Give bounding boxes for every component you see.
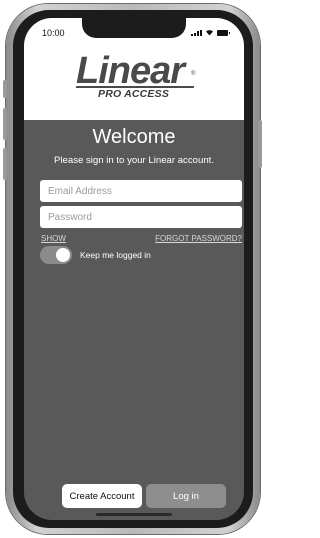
logo-wordmark: Linear — [76, 50, 185, 92]
email-field[interactable] — [40, 180, 242, 202]
registered-mark: ® — [191, 71, 196, 77]
keep-logged-in-toggle[interactable] — [40, 246, 72, 264]
welcome-subtitle: Please sign in to your Linear account. — [54, 155, 214, 166]
volume-up-button — [3, 108, 7, 140]
wifi-icon — [206, 30, 213, 36]
notch — [82, 18, 186, 38]
status-icons — [191, 29, 230, 36]
app-screen: 10:00 Linear ® PRO ACCESS Welcome Please… — [24, 18, 244, 520]
keep-logged-in-label: Keep me logged in — [80, 250, 151, 260]
power-button — [258, 120, 262, 168]
silent-switch — [3, 80, 7, 98]
logo-subtitle: PRO ACCESS — [98, 88, 170, 100]
welcome-title: Welcome — [92, 126, 176, 148]
app-header: 10:00 Linear ® PRO ACCESS — [24, 18, 244, 120]
signal-icon — [191, 30, 202, 36]
volume-down-button — [3, 148, 7, 180]
battery-icon — [217, 30, 230, 36]
password-field[interactable] — [40, 206, 242, 228]
create-account-button[interactable]: Create Account — [62, 484, 142, 508]
forgot-password-link[interactable]: FORGOT PASSWORD? — [155, 234, 242, 243]
linear-logo: Linear ® PRO ACCESS — [74, 51, 204, 101]
status-time: 10:00 — [42, 28, 65, 38]
show-password-link[interactable]: SHOW — [41, 234, 66, 243]
home-indicator — [96, 513, 172, 516]
login-button[interactable]: Log in — [146, 484, 226, 508]
toggle-knob — [56, 248, 70, 262]
